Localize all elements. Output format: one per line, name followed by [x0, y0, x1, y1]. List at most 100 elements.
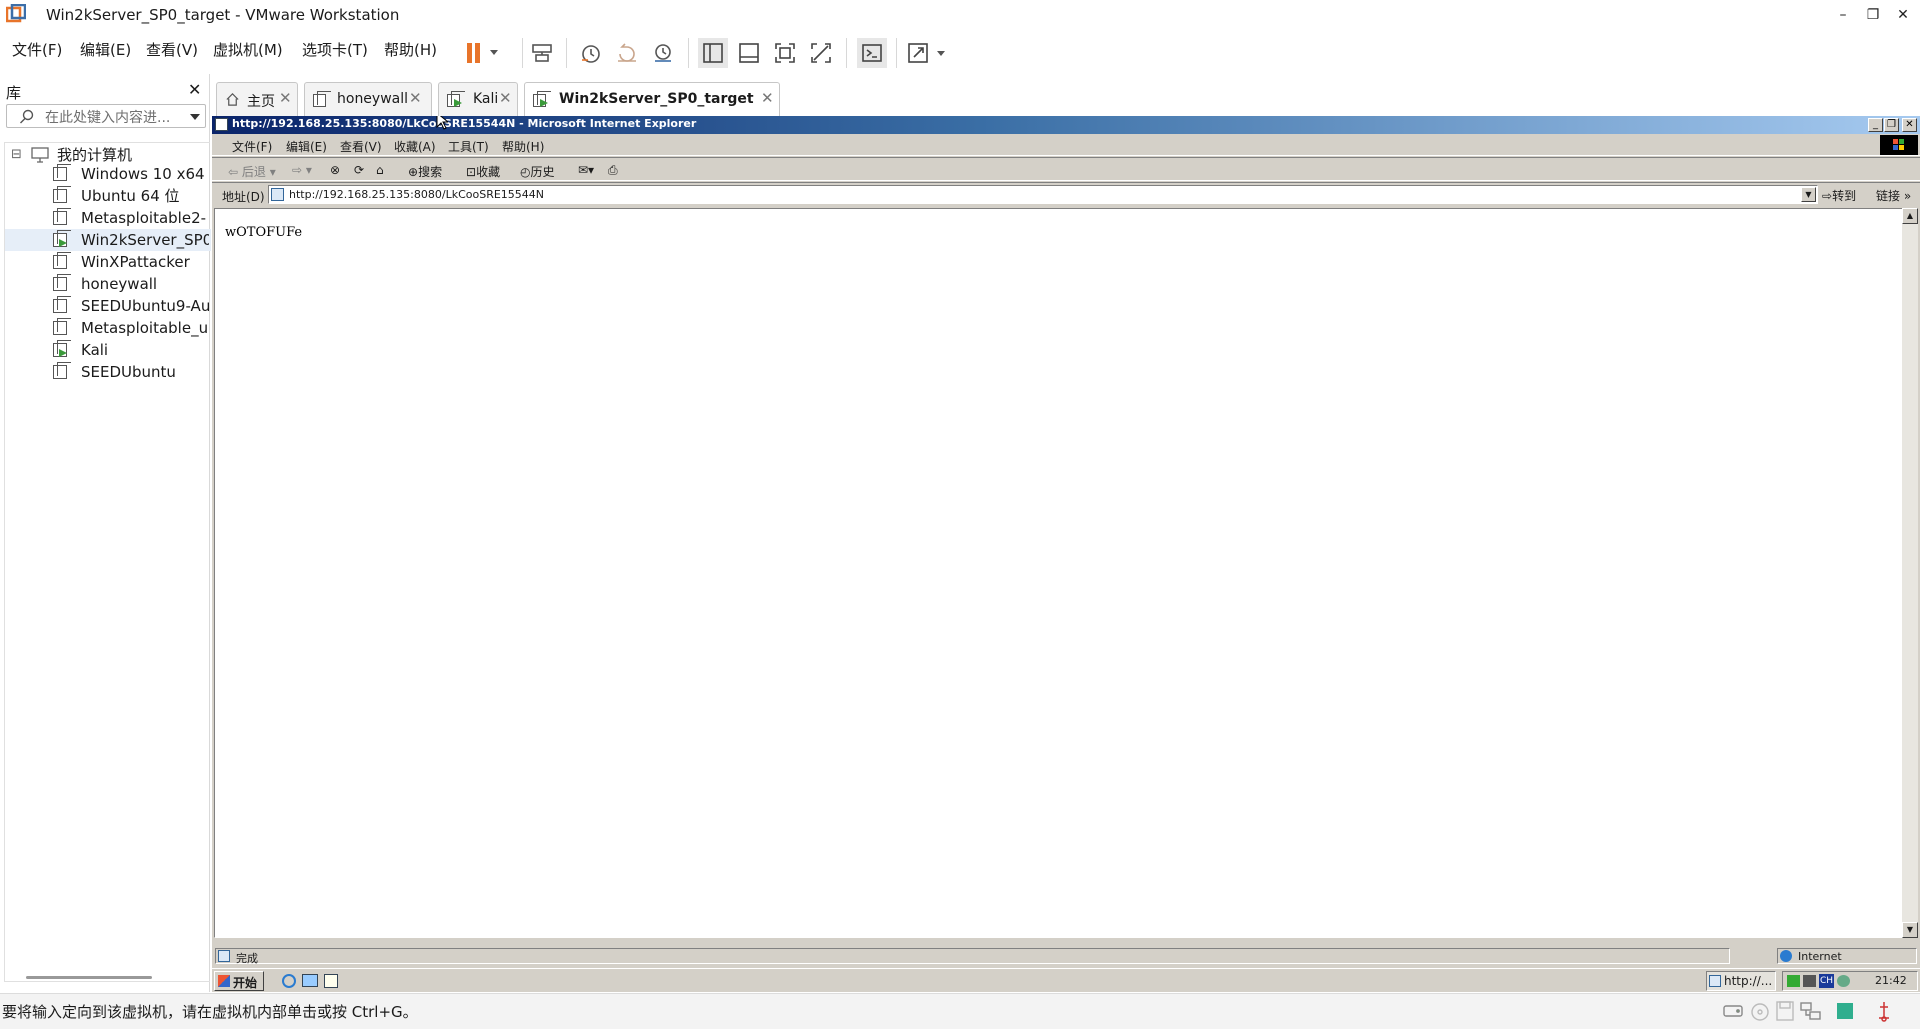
view-thumbnail-button[interactable] [734, 38, 764, 68]
ie-history-button[interactable]: ◴历史 [520, 163, 555, 180]
library-vm-item[interactable]: SEEDUbuntu9-Au [5, 295, 211, 317]
search-icon [20, 109, 34, 124]
ie-status-text: 完成 [236, 952, 258, 965]
menu-help[interactable]: 帮助(H) [384, 40, 437, 60]
ie-address-dropdown[interactable]: ▼ [1801, 187, 1816, 202]
tab-close-button[interactable]: ✕ [409, 89, 422, 107]
take-snapshot-button[interactable] [576, 38, 606, 68]
ie-mail-button[interactable]: ✉▾ [578, 163, 594, 177]
library-vm-label: WinXPattacker [81, 253, 190, 271]
tab-label: Kali [473, 91, 499, 107]
taskbar-ie-task[interactable]: http://... [1706, 971, 1776, 991]
tree-collapse-toggle[interactable]: ⊟ [11, 145, 22, 165]
tab-close-button[interactable]: ✕ [499, 89, 512, 107]
menu-file[interactable]: 文件(F) [12, 40, 62, 60]
library-vm-label: SEEDUbuntu [81, 363, 176, 381]
full-screen-button[interactable] [770, 38, 800, 68]
library-vm-item[interactable]: Windows 10 x64 [5, 163, 211, 185]
library-vm-item[interactable]: Win2kServer_SP0 [5, 229, 211, 251]
ie-refresh-button[interactable]: ⟳ [354, 163, 364, 177]
revert-snapshot-button[interactable] [612, 38, 642, 68]
chevron-down-icon[interactable] [189, 113, 201, 121]
library-vm-item[interactable]: WinXPattacker [5, 251, 211, 273]
tab-kali[interactable]: Kali ✕ [438, 82, 518, 116]
ie-close-button[interactable]: ✕ [1902, 118, 1917, 132]
tab-home[interactable]: 主页 ✕ [216, 82, 298, 116]
restore-button[interactable]: ❐ [1862, 4, 1884, 26]
tab-label: 主页 [247, 94, 275, 110]
scroll-down-button[interactable]: ▼ [1902, 922, 1918, 938]
ie-vertical-scrollbar[interactable]: ▲ ▼ [1902, 208, 1918, 938]
floppy-icon[interactable] [1776, 1001, 1794, 1021]
ie-links-button[interactable]: 链接 » [1876, 187, 1911, 204]
tray-ime-indicator[interactable]: CH [1819, 974, 1834, 988]
vm-guest-screen[interactable]: http://192.168.25.135:8080/LkCooSRE15544… [212, 116, 1920, 992]
ie-restore-button[interactable]: ❐ [1884, 118, 1899, 132]
ie-back-button[interactable]: ⇦ 后退 ▾ [228, 163, 276, 180]
menu-vm[interactable]: 虚拟机(M) [213, 40, 283, 60]
tab-close-button[interactable]: ✕ [761, 89, 774, 107]
library-vm-item[interactable]: Ubuntu 64 位 [5, 185, 211, 207]
quicklaunch-outlook-icon[interactable] [324, 974, 338, 988]
ie-home-button[interactable]: ⌂ [376, 163, 384, 177]
tree-root-my-computer[interactable]: 我的计算机 [57, 145, 132, 165]
ie-forward-button[interactable]: ⇨ ▾ [292, 163, 312, 177]
ie-page-content[interactable]: wOTOFUFe [214, 208, 1904, 938]
library-search-input[interactable]: 在此处键入内容进... [6, 104, 206, 128]
ie-favorites-button[interactable]: ⊡收藏 [466, 163, 500, 180]
library-vm-item[interactable]: honeywall [5, 273, 211, 295]
console-view-button[interactable] [857, 38, 887, 68]
ie-menu-favorites[interactable]: 收藏(A) [394, 138, 436, 155]
menu-edit[interactable]: 编辑(E) [80, 40, 131, 60]
play-icon [59, 349, 67, 357]
library-vm-item[interactable]: Metasploitable_u [5, 317, 211, 339]
view-library-button[interactable] [698, 38, 728, 68]
tray-display-icon[interactable] [1803, 975, 1816, 987]
ie-menu-file[interactable]: 文件(F) [232, 138, 272, 155]
unity-button[interactable] [806, 38, 836, 68]
tab-win2kserver-sp0-target[interactable]: Win2kServer_SP0_target ✕ [524, 82, 780, 116]
ie-toolbar: ⇦ 后退 ▾ ⇨ ▾ ⊗ ⟳ ⌂ ⊕搜索 ⊡收藏 ◴历史 ✉▾ ⎙ [212, 157, 1920, 181]
cd-rom-icon[interactable] [1750, 1002, 1770, 1022]
network-icon[interactable] [1800, 1001, 1822, 1021]
ie-menu-edit[interactable]: 编辑(E) [286, 138, 327, 155]
hard-disk-icon[interactable] [1722, 1002, 1744, 1020]
menu-view[interactable]: 查看(V) [146, 40, 198, 60]
ie-stop-button[interactable]: ⊗ [330, 163, 340, 177]
library-vm-item[interactable]: SEEDUbuntu [5, 361, 211, 383]
quicklaunch-ie-icon[interactable] [282, 974, 296, 988]
ie-address-input[interactable]: http://192.168.25.135:8080/LkCooSRE15544… [268, 185, 1818, 204]
menu-toolbar-row: 文件(F) 编辑(E) 查看(V) 虚拟机(M) 选项卡(T) 帮助(H) [0, 30, 1920, 74]
library-close-button[interactable]: ✕ [188, 80, 201, 99]
ie-menu-help[interactable]: 帮助(H) [502, 138, 544, 155]
start-button[interactable]: 开始 [214, 971, 264, 991]
tray-ime-icon[interactable] [1837, 975, 1850, 987]
scroll-up-button[interactable]: ▲ [1902, 208, 1918, 224]
ie-menu-view[interactable]: 查看(V) [340, 138, 382, 155]
close-window-button[interactable]: ✕ [1892, 4, 1914, 26]
library-vm-item[interactable]: Kali [5, 339, 211, 361]
win2k-taskbar: 开始 http://... CH 21:42 [212, 968, 1920, 992]
library-vm-label: Kali [81, 341, 109, 359]
tray-network-icon[interactable] [1787, 975, 1800, 987]
tab-close-button[interactable]: ✕ [279, 89, 292, 107]
send-ctrl-alt-del-button[interactable] [527, 38, 557, 68]
ie-search-button[interactable]: ⊕搜索 [408, 163, 442, 180]
menu-tabs[interactable]: 选项卡(T) [302, 40, 368, 60]
library-horizontal-scrollbar[interactable] [26, 976, 152, 979]
pause-button[interactable] [458, 38, 504, 68]
quicklaunch-desktop-icon[interactable] [302, 974, 318, 987]
ie-print-button[interactable]: ⎙ [608, 163, 618, 178]
ie-go-button[interactable]: ⇨转到 [1822, 187, 1856, 204]
stretch-button[interactable] [906, 38, 952, 68]
ie-menu-tools[interactable]: 工具(T) [448, 138, 489, 155]
minimize-button[interactable]: – [1832, 4, 1854, 26]
library-vm-label: Win2kServer_SP0 [81, 231, 209, 249]
ie-minimize-button[interactable]: _ [1868, 118, 1883, 132]
usb-icon[interactable] [1874, 1000, 1894, 1022]
vm-icon [53, 164, 71, 181]
sound-icon[interactable] [1836, 1001, 1854, 1021]
snapshot-manager-button[interactable] [648, 38, 678, 68]
library-vm-item[interactable]: Metasploitable2- [5, 207, 211, 229]
tab-honeywall[interactable]: honeywall ✕ [304, 82, 432, 116]
